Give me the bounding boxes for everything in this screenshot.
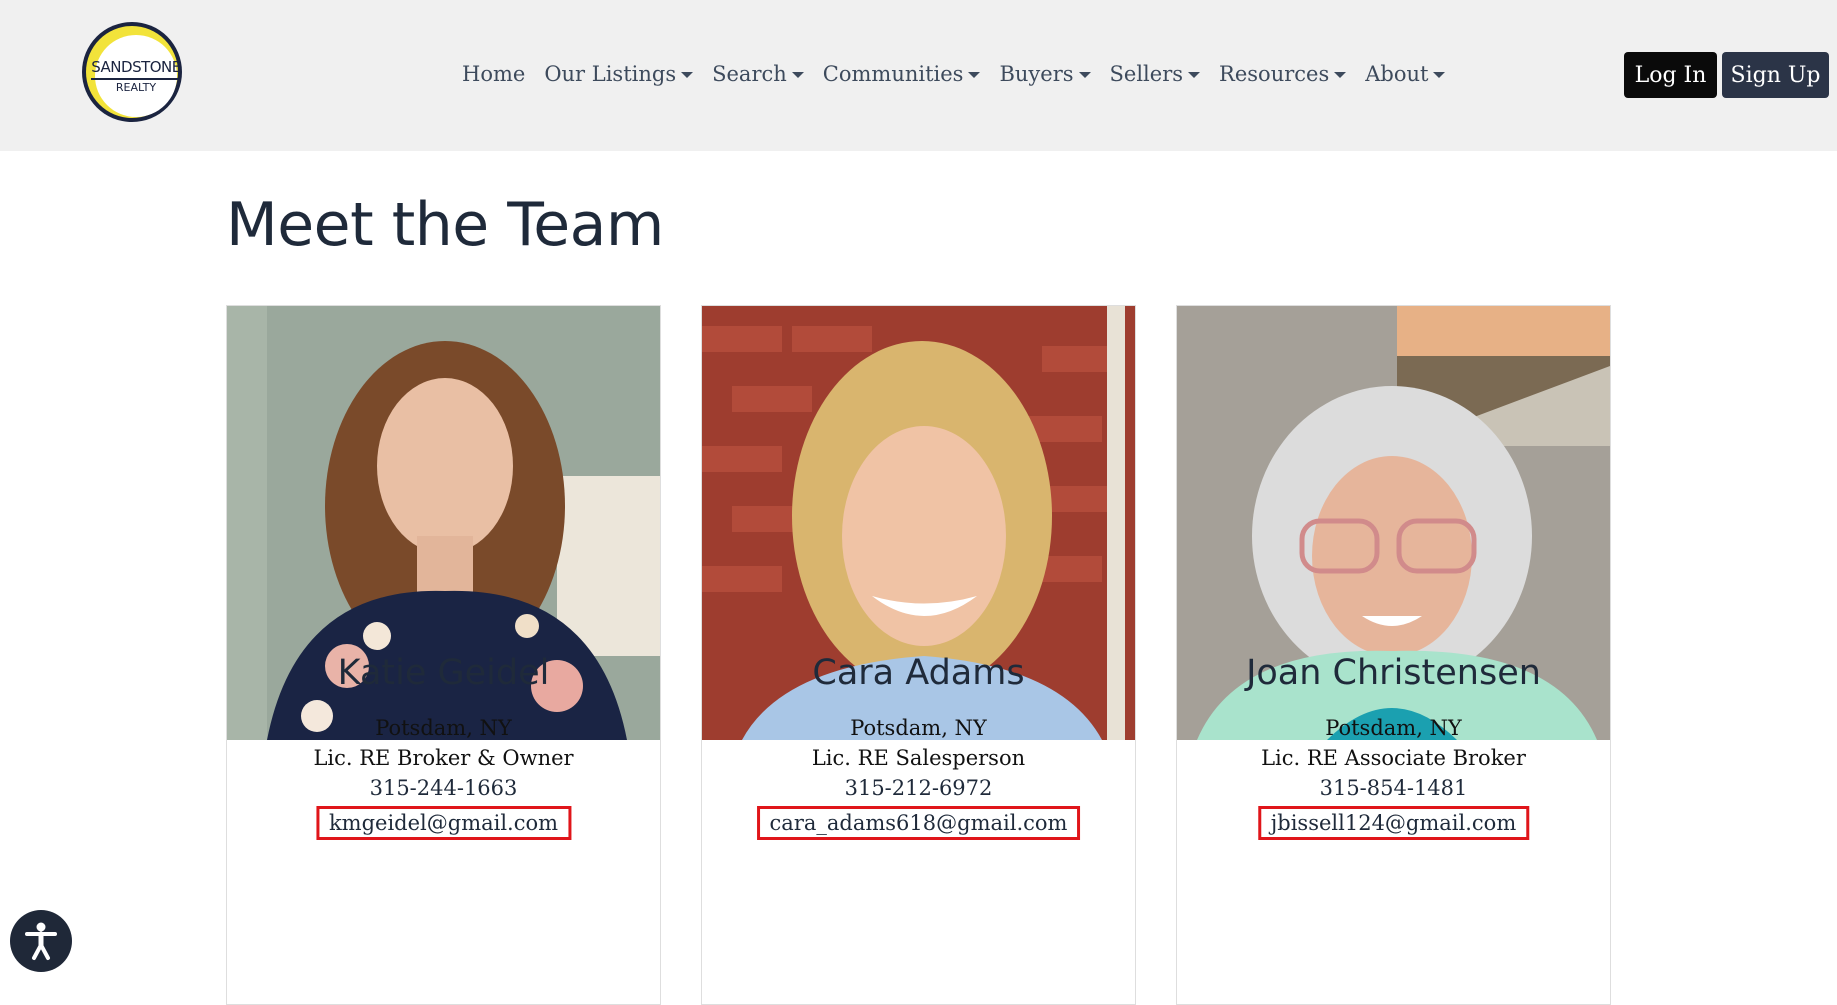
sandstone-realty-logo[interactable]: SANDSTONE REALTY xyxy=(82,22,182,122)
caret-down-icon xyxy=(1334,72,1347,78)
nav-search[interactable]: Search xyxy=(712,62,804,86)
logo-subtext: REALTY xyxy=(115,81,157,94)
nav-buyers[interactable]: Buyers xyxy=(999,62,1091,86)
sign-up-button[interactable]: Sign Up xyxy=(1722,52,1829,98)
site-header: SANDSTONE REALTY Home Our Listings Searc… xyxy=(0,0,1837,151)
logo-inner: SANDSTONE REALTY xyxy=(91,35,181,117)
team-card: Joan Christensen Potsdam, NY Lic. RE Ass… xyxy=(1176,305,1611,1005)
team-card: Cara Adams Potsdam, NY Lic. RE Salespers… xyxy=(701,305,1136,1005)
team-member-phone[interactable]: 315-244-1663 xyxy=(227,776,660,800)
team-member-name: Cara Adams xyxy=(812,653,1025,693)
nav-our-listings[interactable]: Our Listings xyxy=(544,62,694,86)
nav-resources[interactable]: Resources xyxy=(1219,62,1347,86)
nav-about[interactable]: About xyxy=(1365,62,1446,86)
team-member-role: Lic. RE Salesperson xyxy=(811,746,1026,770)
nav-resources-label: Resources xyxy=(1219,62,1330,86)
team-member-name: Katie Geidel xyxy=(337,653,550,693)
team-member-name: Joan Christensen xyxy=(1246,653,1541,693)
team-member-location: Potsdam, NY xyxy=(375,716,512,740)
caret-down-icon xyxy=(681,72,694,78)
logo-wordmark: SANDSTONE xyxy=(91,58,181,80)
nav-communities-label: Communities xyxy=(822,62,964,86)
main-nav: Home Our Listings Search Communities Buy… xyxy=(462,58,1464,90)
log-in-button[interactable]: Log In xyxy=(1624,52,1717,98)
nav-buyers-label: Buyers xyxy=(999,62,1074,86)
team-member-phone[interactable]: 315-854-1481 xyxy=(1177,776,1610,800)
accessibility-button[interactable] xyxy=(10,910,72,972)
team-member-phone[interactable]: 315-212-6972 xyxy=(702,776,1135,800)
nav-sellers[interactable]: Sellers xyxy=(1110,62,1201,86)
caret-down-icon xyxy=(1078,72,1091,78)
caret-down-icon xyxy=(968,72,981,78)
caret-down-icon xyxy=(1433,72,1446,78)
accessibility-icon xyxy=(25,922,57,960)
nav-home[interactable]: Home xyxy=(462,62,525,86)
nav-search-label: Search xyxy=(712,62,787,86)
team-member-role: Lic. RE Associate Broker xyxy=(1261,746,1526,770)
nav-about-label: About xyxy=(1365,62,1429,86)
team-member-email[interactable]: jbissell124@gmail.com xyxy=(1257,806,1530,840)
nav-home-label: Home xyxy=(462,62,526,86)
team-member-role: Lic. RE Broker & Owner xyxy=(313,746,574,770)
nav-sellers-label: Sellers xyxy=(1109,62,1184,86)
caret-down-icon xyxy=(791,72,804,78)
team-member-email[interactable]: cara_adams618@gmail.com xyxy=(756,806,1081,840)
team-card: Katie Geidel Potsdam, NY Lic. RE Broker … xyxy=(226,305,661,1005)
caret-down-icon xyxy=(1188,72,1201,78)
team-member-email[interactable]: kmgeidel@gmail.com xyxy=(315,806,572,840)
page-title: Meet the Team xyxy=(226,190,664,260)
team-member-location: Potsdam, NY xyxy=(850,716,987,740)
team-member-location: Potsdam, NY xyxy=(1325,716,1462,740)
logo-ring: SANDSTONE REALTY xyxy=(86,26,181,118)
nav-our-listings-label: Our Listings xyxy=(544,62,677,86)
nav-communities[interactable]: Communities xyxy=(823,62,981,86)
